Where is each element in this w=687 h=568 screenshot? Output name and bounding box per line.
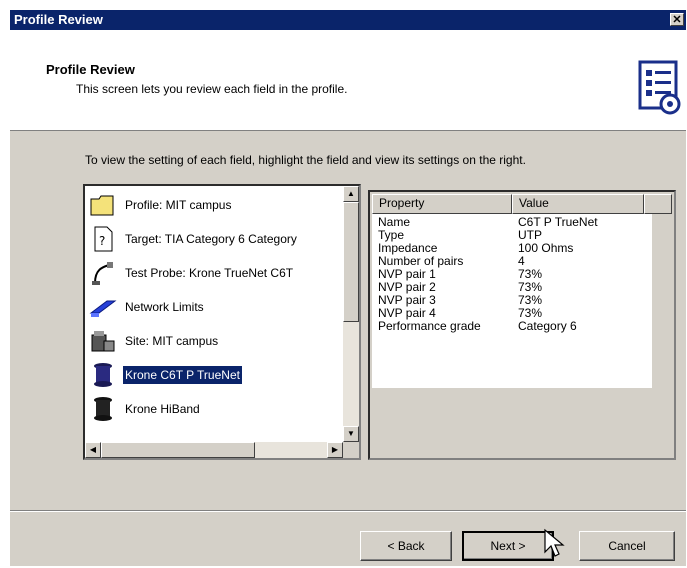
profile-review-icon: [638, 60, 681, 115]
dialog-window: Profile Review ✕ Profile Review This scr…: [10, 10, 686, 566]
vertical-scrollbar[interactable]: ▲ ▼: [343, 186, 359, 442]
next-button[interactable]: Next >: [462, 531, 554, 561]
mouse-pointer-icon: [544, 528, 565, 557]
back-button[interactable]: < Back: [360, 531, 452, 561]
tree-item-profile[interactable]: Profile: MIT campus: [89, 190, 233, 220]
probe-icon: [92, 262, 113, 285]
column-header-property[interactable]: Property: [372, 194, 512, 214]
tree-item-test-probe[interactable]: Test Probe: Krone TrueNet C6T: [89, 258, 295, 288]
cable-spool-icon: [94, 363, 112, 387]
property-value: Category 6: [518, 319, 577, 333]
property-value: 100 Ohms: [518, 241, 574, 255]
column-header-value[interactable]: Value: [512, 194, 644, 214]
scroll-right-icon[interactable]: ▶: [327, 442, 343, 458]
title-bar: Profile Review ✕: [10, 10, 686, 30]
scroll-up-icon[interactable]: ▲: [343, 186, 359, 202]
tree-item-label: Profile: MIT campus: [125, 198, 232, 212]
tree-item-label: Network Limits: [125, 300, 204, 314]
site-icon: [91, 331, 115, 352]
horizontal-scroll-thumb[interactable]: [101, 442, 255, 458]
instruction-text: To view the setting of each field, highl…: [85, 153, 526, 167]
folder-icon: [90, 195, 114, 216]
tree-item-label: Site: MIT campus: [125, 334, 219, 348]
page-title: Profile Review: [46, 62, 135, 77]
close-icon[interactable]: ✕: [670, 13, 684, 26]
svg-text:?: ?: [99, 234, 105, 248]
page-subtitle: This screen lets you review each field i…: [76, 82, 348, 96]
tree-item-krone-c6t[interactable]: Krone C6T P TrueNet: [89, 360, 242, 390]
book-icon: [89, 300, 117, 317]
tree-item-label: Krone C6T P TrueNet: [123, 366, 242, 384]
document-icon: ?: [94, 226, 113, 252]
cancel-button[interactable]: Cancel: [579, 531, 675, 561]
tree-item-label: Test Probe: Krone TrueNet C6T: [125, 266, 294, 280]
tree-item-site[interactable]: Site: MIT campus: [89, 326, 220, 356]
cable-spool-icon: [94, 397, 112, 421]
column-header-empty: [644, 194, 672, 214]
scrollbar-corner: [343, 442, 359, 458]
tree-item-target[interactable]: ? Target: TIA Category 6 Category: [89, 224, 299, 254]
vertical-scroll-thumb[interactable]: [343, 202, 359, 322]
scroll-down-icon[interactable]: ▼: [343, 426, 359, 442]
window-title: Profile Review: [14, 12, 103, 27]
horizontal-scrollbar[interactable]: ◀ ▶: [85, 442, 343, 458]
property-name: Performance grade: [378, 319, 481, 333]
tree-item-label: Krone HiBand: [125, 402, 200, 416]
property-list[interactable]: Property Value Name C6T P TrueNet Type U…: [368, 190, 676, 460]
tree-item-label: Target: TIA Category 6 Category: [125, 232, 297, 246]
scroll-left-icon[interactable]: ◀: [85, 442, 101, 458]
tree-item-network-limits[interactable]: Network Limits: [89, 292, 206, 322]
footer-separator: [10, 510, 686, 512]
profile-tree[interactable]: Profile: MIT campus ? Target: TIA Catego…: [83, 184, 361, 460]
header-panel: Profile Review This screen lets you revi…: [10, 30, 686, 131]
tree-item-krone-hiband[interactable]: Krone HiBand: [89, 394, 202, 424]
property-table: Property Value Name C6T P TrueNet Type U…: [372, 194, 672, 388]
